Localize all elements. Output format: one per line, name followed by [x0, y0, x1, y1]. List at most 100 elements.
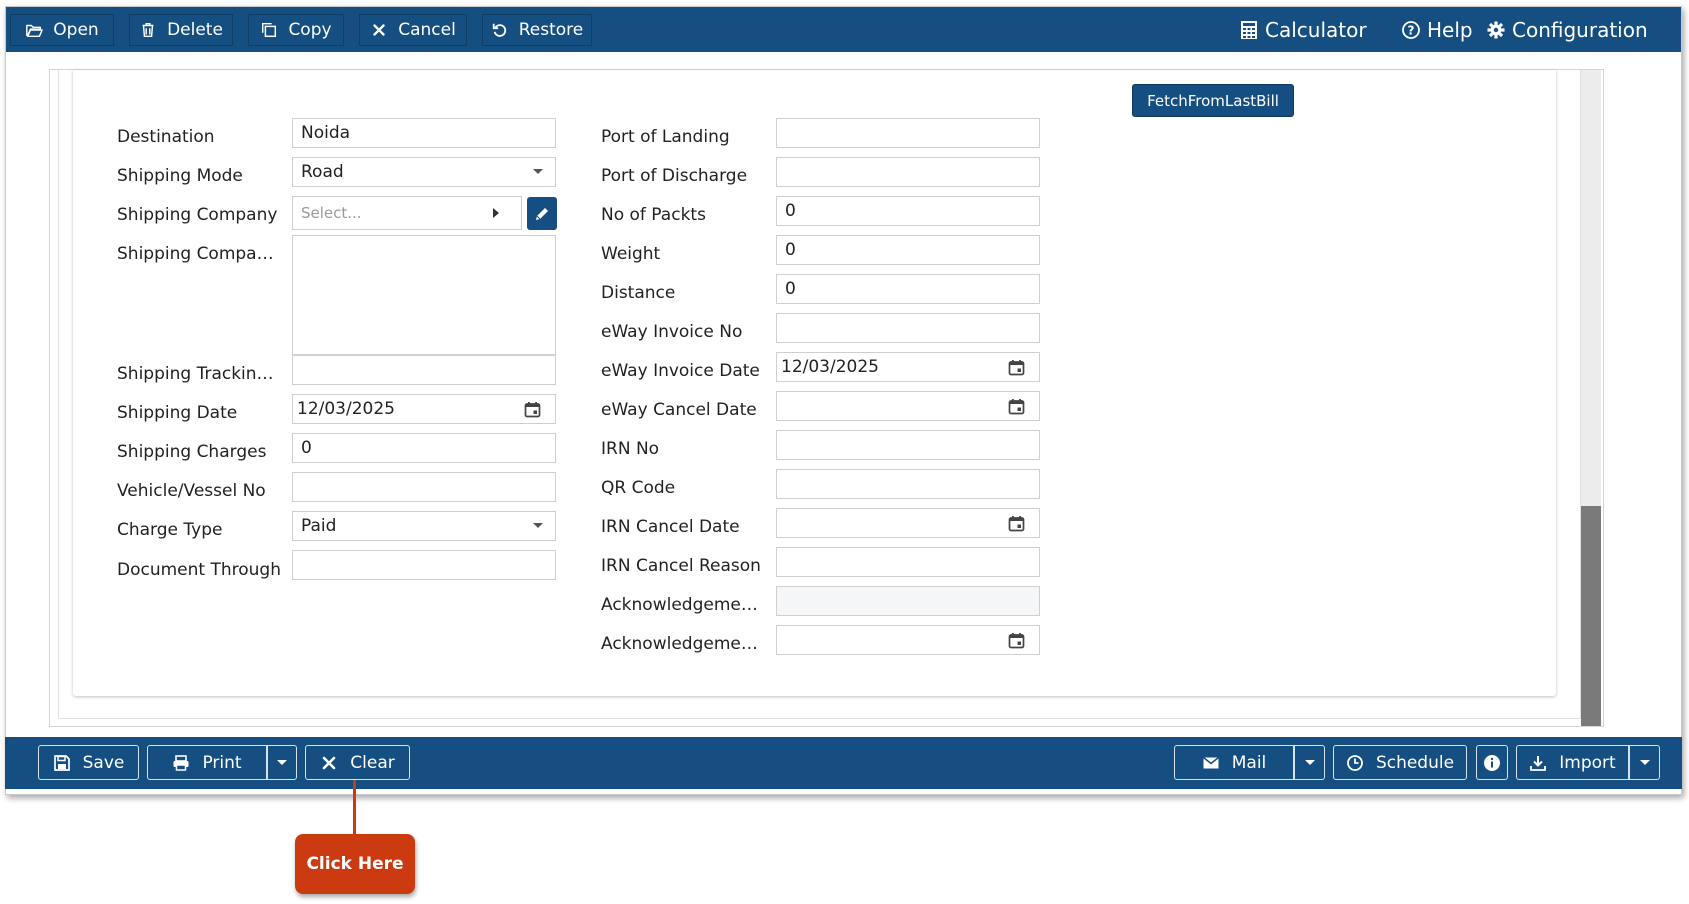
calendar-icon[interactable]	[1008, 359, 1025, 376]
pencil-icon	[536, 207, 548, 220]
chevron-down-icon	[1304, 760, 1315, 765]
restore-label: Restore	[518, 20, 584, 40]
restore-button[interactable]: Restore	[482, 14, 592, 46]
import-label: Import	[1559, 752, 1616, 773]
chevron-down-icon	[533, 523, 543, 528]
shipping-company-select[interactable]: Select...	[292, 196, 522, 230]
acknowledgement-date-input[interactable]	[776, 625, 1040, 655]
save-button[interactable]: Save	[38, 745, 139, 780]
shipping-company-placeholder: Select...	[301, 204, 362, 222]
top-toolbar: Open Delete Copy Cancel Restore Calculat…	[6, 7, 1681, 52]
weight-value: 0	[785, 240, 796, 260]
port-of-landing-input[interactable]	[776, 118, 1040, 148]
eway-invoice-date-value: 12/03/2025	[781, 357, 879, 377]
scrollbar-thumb[interactable]	[1581, 506, 1601, 726]
eway-invoice-no-input[interactable]	[776, 313, 1040, 343]
chevron-down-icon	[277, 760, 287, 765]
irn-cancel-date-input[interactable]	[776, 508, 1040, 538]
charge-type-select[interactable]: Paid	[292, 511, 556, 541]
info-icon	[1484, 754, 1500, 771]
acknowledgement-no-label: Acknowledgemen...	[601, 595, 766, 615]
vertical-scrollbar[interactable]	[1581, 70, 1601, 726]
fetch-from-last-bill-button[interactable]: FetchFromLastBill	[1132, 84, 1294, 117]
print-dropdown-toggle[interactable]	[267, 745, 297, 780]
document-through-label: Document Through	[117, 560, 281, 580]
delete-button[interactable]: Delete	[129, 14, 233, 46]
destination-input[interactable]: Noida	[292, 118, 556, 148]
shipping-tracking-input[interactable]	[292, 355, 556, 385]
no-of-packts-input[interactable]: 0	[776, 196, 1040, 226]
eway-invoice-no-label: eWay Invoice No	[601, 322, 743, 342]
port-of-discharge-input[interactable]	[776, 157, 1040, 187]
calendar-icon[interactable]	[1008, 515, 1025, 532]
qr-code-input[interactable]	[776, 469, 1040, 499]
destination-value: Noida	[301, 123, 351, 143]
distance-value: 0	[785, 279, 796, 299]
edit-shipping-company-button[interactable]	[527, 197, 557, 230]
calendar-icon[interactable]	[1008, 398, 1025, 415]
print-button[interactable]: Print	[147, 745, 267, 780]
port-of-landing-label: Port of Landing	[601, 127, 730, 147]
port-of-discharge-label: Port of Discharge	[601, 166, 748, 186]
calculator-button[interactable]: Calculator	[1239, 15, 1367, 45]
acknowledgement-no-input	[776, 586, 1040, 616]
calculator-label: Calculator	[1265, 18, 1367, 42]
eway-cancel-date-label: eWay Cancel Date	[601, 400, 757, 420]
shipping-company-details-label: Shipping Compan...	[117, 244, 282, 264]
irn-cancel-date-label: IRN Cancel Date	[601, 517, 740, 537]
calendar-icon[interactable]	[1008, 632, 1025, 649]
charge-type-label: Charge Type	[117, 520, 223, 540]
destination-label: Destination	[117, 127, 215, 147]
shipping-charges-value: 0	[301, 438, 312, 458]
acknowledgement-date-label: Acknowledgemen...	[601, 634, 766, 654]
mail-dropdown-toggle[interactable]	[1294, 745, 1325, 780]
shipping-date-input[interactable]: 12/03/2025	[292, 394, 556, 424]
bottom-toolbar: Save Print Clear Mail Schedule Import	[5, 737, 1682, 789]
open-label: Open	[53, 20, 99, 40]
clear-button[interactable]: Clear	[305, 745, 410, 780]
chevron-down-icon	[533, 169, 543, 174]
mail-button[interactable]: Mail	[1174, 745, 1294, 780]
save-icon	[53, 754, 70, 771]
print-label: Print	[202, 752, 242, 773]
copy-label: Copy	[288, 20, 332, 40]
weight-label: Weight	[601, 244, 661, 264]
irn-cancel-reason-input[interactable]	[776, 547, 1040, 577]
cancel-button[interactable]: Cancel	[359, 14, 467, 46]
shipping-company-details-textarea[interactable]	[292, 235, 556, 355]
shipping-mode-select[interactable]: Road	[292, 157, 556, 187]
help-icon: ?	[1402, 21, 1420, 39]
help-button[interactable]: ? Help	[1401, 15, 1473, 45]
mail-label: Mail	[1231, 752, 1267, 773]
caret-right-icon	[493, 208, 499, 218]
import-button[interactable]: Import	[1516, 745, 1629, 780]
schedule-button[interactable]: Schedule	[1333, 745, 1467, 780]
eway-cancel-date-input[interactable]	[776, 391, 1040, 421]
vehicle-no-input[interactable]	[292, 472, 556, 502]
restore-icon	[492, 23, 506, 37]
schedule-label: Schedule	[1375, 752, 1455, 773]
close-icon	[322, 756, 336, 769]
no-of-packts-value: 0	[785, 201, 796, 221]
calendar-icon[interactable]	[524, 401, 541, 418]
printer-icon	[173, 754, 189, 771]
document-through-input[interactable]	[292, 550, 556, 580]
distance-input[interactable]: 0	[776, 274, 1040, 304]
import-dropdown-toggle[interactable]	[1629, 745, 1660, 780]
weight-input[interactable]: 0	[776, 235, 1040, 265]
configuration-button[interactable]: Configuration	[1486, 15, 1648, 45]
eway-invoice-date-label: eWay Invoice Date	[601, 361, 760, 381]
shipping-charges-label: Shipping Charges	[117, 442, 267, 462]
copy-button[interactable]: Copy	[248, 14, 344, 46]
eway-invoice-date-input[interactable]: 12/03/2025	[776, 352, 1040, 382]
shipping-date-value: 12/03/2025	[297, 399, 395, 419]
irn-no-label: IRN No	[601, 439, 660, 459]
info-button[interactable]	[1476, 745, 1508, 780]
open-button[interactable]: Open	[10, 14, 114, 46]
shipping-tracking-label: Shipping Tracking ...	[117, 364, 282, 384]
gear-icon	[1487, 21, 1505, 39]
irn-no-input[interactable]	[776, 430, 1040, 460]
folder-open-icon	[26, 24, 44, 38]
shipping-charges-input[interactable]: 0	[292, 433, 556, 463]
download-icon	[1530, 755, 1547, 771]
